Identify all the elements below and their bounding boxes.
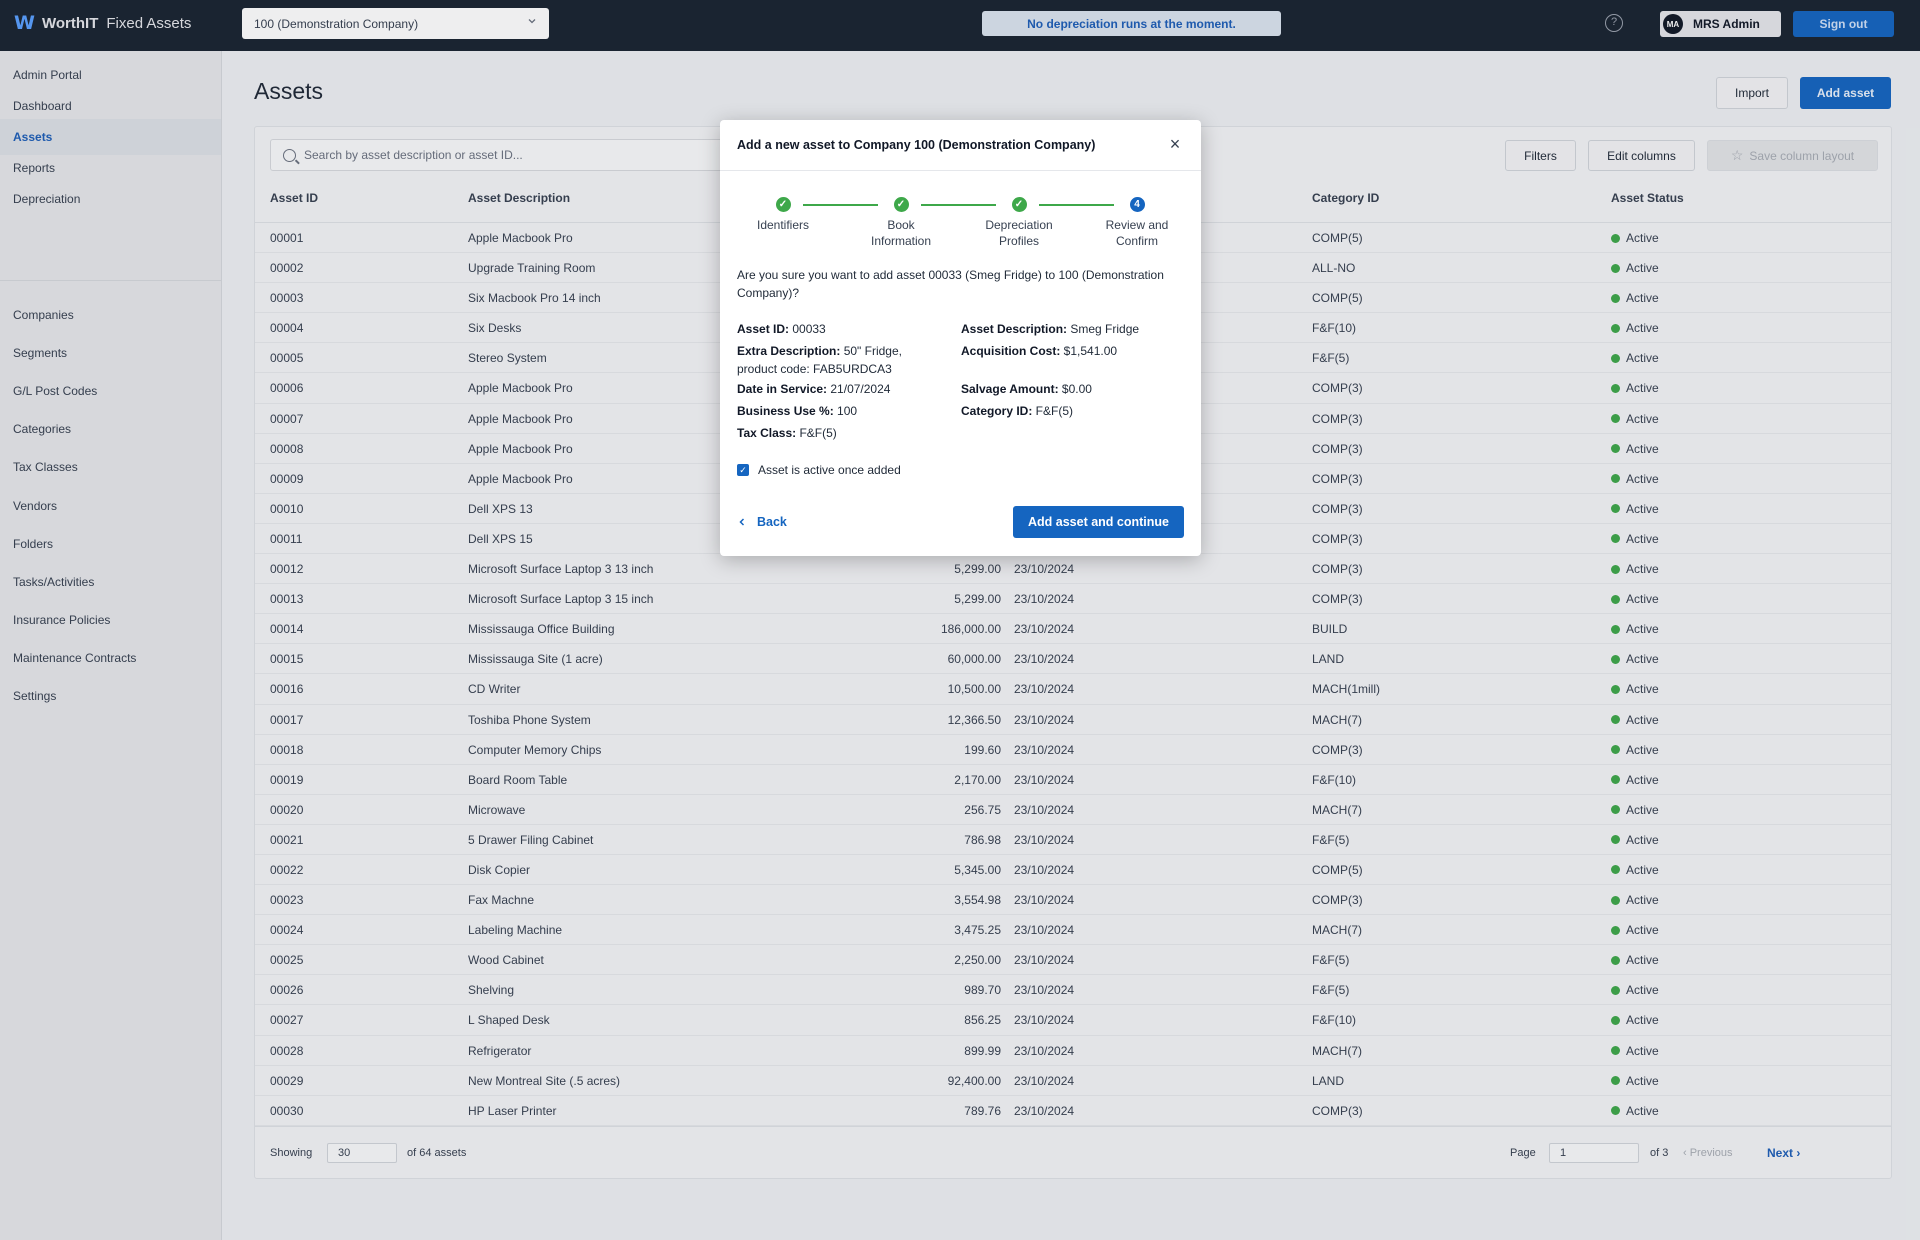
confirm-question: Are you sure you want to add asset 00033… [737,268,1164,300]
summary-field-label: Business Use %: [737,404,834,418]
summary-field-label: Category ID: [961,404,1033,418]
add-asset-and-continue-button[interactable]: Add asset and continue [1013,506,1184,538]
summary-field-value: F&F(5) [1032,404,1074,418]
back-button[interactable]: Back [737,515,787,529]
summary-field: Acquisition Cost: $1,541.00 [961,342,1181,360]
step-label: Depreciation Profiles [985,218,1053,248]
summary-field: Date in Service: 21/07/2024 [737,380,937,398]
active-checkbox-label: Asset is active once added [758,463,901,477]
active-checkbox-row[interactable]: ✓ Asset is active once added [737,463,901,477]
summary-field: Tax Class: F&F(5) [737,424,937,442]
summary-field-label: Tax Class: [737,426,797,440]
stepper-connector [921,204,996,206]
back-label: Back [757,515,787,529]
summary-field-label: Asset ID: [737,322,790,336]
step-label: Book Information [870,218,932,248]
step-label: Identifiers [756,218,810,232]
check-circle-icon: ✓ [775,197,791,212]
step-label: Review and Confirm [1105,218,1169,248]
checkbox-checked-icon[interactable]: ✓ [737,464,749,476]
summary-field-label: Date in Service: [737,382,828,396]
summary-field-value: 100 [833,404,858,418]
summary-field-value: $0.00 [1058,382,1092,396]
summary-field: Salvage Amount: $0.00 [961,380,1181,398]
modal-title: Add a new asset to Company 100 (Demonstr… [737,138,1096,152]
step-current-indicator: 4 [1129,197,1145,212]
wizard-stepper: ✓ Identifiers ✓ Book Information ✓ Depreciati… [720,187,1201,248]
chevron-left-icon [739,518,745,526]
summary-field: Extra Description: 50" Fridge, product c… [737,342,937,378]
summary-field: Business Use %: 100 [737,402,937,420]
add-asset-modal: Add a new asset to Company 100 (Demonstr… [720,120,1201,556]
check-circle-icon: ✓ [893,197,909,212]
close-icon[interactable]: × [1167,135,1183,153]
modal-header: Add a new asset to Company 100 (Demonstr… [720,120,1201,171]
summary-field-label: Salvage Amount: [961,382,1059,396]
summary-field: Asset Description: Smeg Fridge [961,320,1181,338]
stepper-connector [803,204,878,206]
summary-field-label: Acquisition Cost: [961,344,1061,358]
summary-field-value: F&F(5) [796,426,837,440]
summary-field-value: 21/07/2024 [827,382,891,396]
summary-field-value: $1,541.00 [1060,344,1118,358]
summary-field-value: Smeg Fridge [1067,322,1140,336]
summary-field-label: Asset Description: [961,322,1068,336]
summary-field: Category ID: F&F(5) [961,402,1181,420]
stepper-connector [1039,204,1114,206]
summary-field-value: 00033 [789,322,826,336]
check-circle-icon: ✓ [1011,197,1027,212]
summary-field: Asset ID: 00033 [737,320,937,338]
summary-field-label: Extra Description: [737,344,841,358]
